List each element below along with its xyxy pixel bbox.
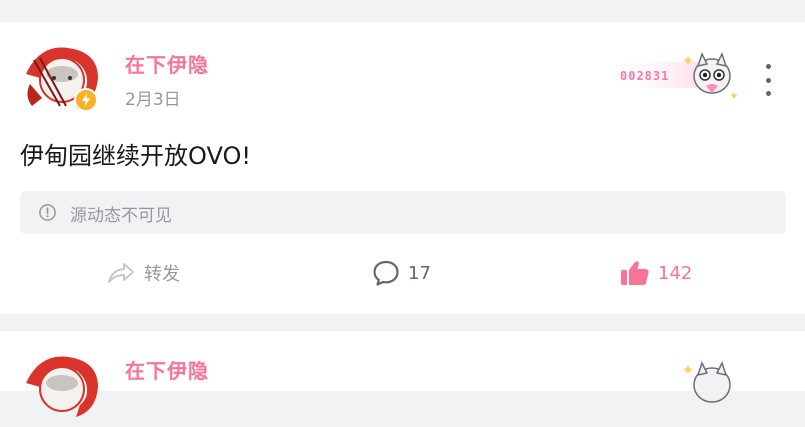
fan-badge[interactable] [612,353,742,415]
feed-top-spacer [0,0,805,22]
dynamic-card-next: 在下伊隐 [0,331,805,417]
comment-button[interactable]: 17 [372,258,431,288]
publish-date: 2月3日 [125,90,181,110]
more-options-button[interactable] [758,64,778,96]
forward-label: 转发 [144,264,180,285]
more-vertical-icon [765,64,771,69]
post-text: 伊甸园继续开放OVO! [20,142,251,170]
avatar[interactable] [20,353,102,423]
author-name[interactable]: 在下伊隐 [125,49,209,78]
thumbs-up-icon [621,261,649,285]
comment-count: 17 [408,262,431,284]
forward-button[interactable]: 转发 [106,258,180,288]
info-circle-icon [39,204,56,221]
fan-badge-number: 002831 [620,69,670,83]
fan-badge[interactable]: 002831 [612,44,742,106]
like-count: 142 [658,262,693,284]
lightning-badge-icon [74,88,98,112]
source-notice-text: 源动态不可见 [70,206,172,226]
fan-badge-mascot-icon [683,361,731,403]
dynamic-card: 在下伊隐 2月3日 002831 伊甸园继续开放OVO! 源动态不可见 转发 1… [0,22,805,314]
like-button[interactable]: 142 [620,258,692,288]
avatar[interactable] [20,44,102,114]
comment-icon [373,260,399,286]
source-notice-box: 源动态不可见 [20,191,786,234]
avatar-image [26,356,98,417]
forward-icon [108,263,134,283]
